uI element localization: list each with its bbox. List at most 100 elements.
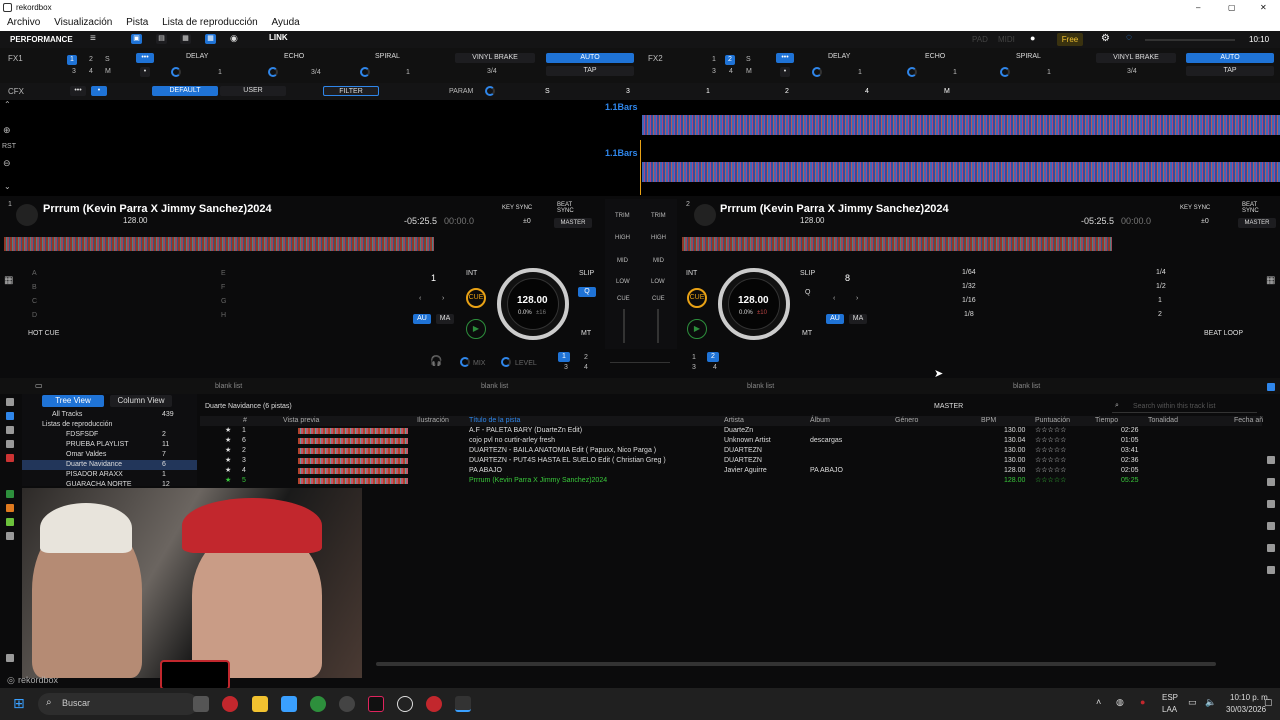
- deck1-jog-wheel[interactable]: 128.00 0.0% ±16: [497, 268, 569, 340]
- deck2-next-icon[interactable]: ›: [856, 295, 858, 302]
- waveform-area[interactable]: ⊕ RST ⊖ ⌃ ⌄ 1.1Bars 1.1Bars: [0, 100, 1280, 196]
- deck2-au-button[interactable]: AU: [826, 314, 844, 324]
- track-preview-waveform[interactable]: [298, 448, 408, 454]
- grid-icon[interactable]: ▦: [180, 34, 191, 44]
- channel-fader-2[interactable]: [657, 309, 659, 343]
- mixer-cue-2[interactable]: CUE: [652, 296, 665, 302]
- tab-1[interactable]: blank list: [215, 383, 242, 390]
- level-knob[interactable]: [501, 357, 511, 367]
- mixer-cue-1[interactable]: CUE: [617, 296, 630, 302]
- fx2-ch1[interactable]: 1: [712, 56, 716, 63]
- mix-ch4[interactable]: 4: [584, 364, 588, 371]
- track-row[interactable]: ★ 1 A.F - PALETA BARY (DuarteZn Edit) Duart…: [200, 426, 1262, 436]
- collapse-down-icon[interactable]: ⌄: [4, 182, 11, 191]
- deck2-loop-5[interactable]: 1/16: [962, 297, 976, 304]
- fx1-chm[interactable]: M: [105, 68, 111, 75]
- deck1-slip[interactable]: SLIP: [579, 270, 594, 277]
- soundcloud-icon[interactable]: [6, 504, 14, 512]
- crossfader[interactable]: [610, 362, 670, 363]
- fx1-dot-button[interactable]: •: [140, 67, 150, 77]
- beatport-icon[interactable]: [6, 518, 14, 526]
- column-header[interactable]: Tiempo: [1095, 417, 1118, 424]
- master-volume-slider[interactable]: [1145, 39, 1235, 41]
- fx1-knob3[interactable]: [360, 67, 370, 77]
- layout-toggle-icon[interactable]: [1267, 383, 1275, 391]
- fx1-effect1[interactable]: DELAY: [186, 53, 208, 60]
- deck1-pad-c[interactable]: C: [32, 298, 37, 305]
- record-icon[interactable]: ◉: [230, 33, 238, 44]
- deck1-play-button[interactable]: ▶: [466, 319, 486, 339]
- tree-item[interactable]: Listas de reproducción: [22, 420, 197, 430]
- windows-start-icon[interactable]: ⊞: [13, 695, 25, 712]
- file-explorer-icon[interactable]: [252, 696, 268, 712]
- related-icon[interactable]: [1267, 500, 1275, 508]
- info-icon[interactable]: ●: [1030, 33, 1035, 43]
- tray-network-icon[interactable]: ◍: [1116, 697, 1124, 708]
- rekordbox-task-icon[interactable]: [455, 696, 471, 712]
- deck1-pad-e[interactable]: E: [221, 270, 226, 277]
- hamburger-icon[interactable]: ≡: [90, 33, 96, 44]
- fx2-knob1[interactable]: [812, 67, 822, 77]
- store-icon[interactable]: [281, 696, 297, 712]
- track-row[interactable]: ★ 2 DUARTEZN - BAILA ANATOMIA Edit ( Papux…: [200, 446, 1262, 456]
- deck2-loop-2[interactable]: 1/4: [1156, 269, 1166, 276]
- lang-esp[interactable]: ESP: [1162, 693, 1178, 702]
- layout-1-icon[interactable]: ▣: [131, 34, 142, 44]
- deck1-au-button[interactable]: AU: [413, 314, 431, 324]
- track-preview-waveform[interactable]: [298, 478, 408, 484]
- mix-ch3[interactable]: 3: [564, 364, 568, 371]
- spotify-icon[interactable]: [6, 490, 14, 498]
- deck2-beat-sync[interactable]: BEAT SYNC: [1242, 202, 1260, 214]
- deck1-int[interactable]: INT: [466, 270, 477, 277]
- deck1-beat-sync[interactable]: BEAT SYNC: [557, 202, 575, 214]
- fx2-ch2[interactable]: 2: [725, 55, 735, 65]
- column-header[interactable]: Vista previa: [283, 417, 319, 424]
- media-player-icon[interactable]: [397, 696, 413, 712]
- fx1-ch4[interactable]: 4: [89, 68, 93, 75]
- fx1-tap-button[interactable]: TAP: [546, 66, 634, 76]
- tree-item[interactable]: Omar Valdes 7: [22, 450, 197, 460]
- cfx-user-button[interactable]: USER: [220, 86, 286, 96]
- deck1-pads-mode[interactable]: HOT CUE: [28, 330, 59, 337]
- column-header[interactable]: Fecha añ: [1234, 417, 1263, 424]
- tray-mic-icon[interactable]: ●: [1140, 697, 1145, 707]
- app-circle-icon[interactable]: [339, 696, 355, 712]
- deck2-prev-icon[interactable]: ‹: [833, 295, 835, 302]
- tree-item[interactable]: All Tracks 439: [22, 410, 197, 420]
- deck2-loop-7[interactable]: 1/8: [964, 311, 974, 318]
- menu-archivo[interactable]: Archivo: [7, 17, 40, 28]
- fx1-ch3[interactable]: 3: [72, 68, 76, 75]
- deck2-ma-button[interactable]: MA: [849, 314, 867, 324]
- track-row[interactable]: ★ 5 Prrrum (Kevin Parra X Jimmy Sanchez)20…: [200, 476, 1262, 486]
- fx2-effect2[interactable]: ECHO: [925, 53, 945, 60]
- fx2-dot-button[interactable]: •: [780, 67, 790, 77]
- playlist-icon[interactable]: [6, 412, 14, 420]
- fx1-chs[interactable]: S: [105, 56, 110, 63]
- column-header[interactable]: Género: [895, 417, 918, 424]
- fx2-knob2[interactable]: [907, 67, 917, 77]
- deck2-loop-6[interactable]: 1: [1158, 297, 1162, 304]
- track-preview-waveform[interactable]: [298, 438, 408, 444]
- fx2-menu-button[interactable]: •••: [776, 53, 794, 63]
- deck1-q-button[interactable]: Q: [578, 287, 596, 297]
- deck1-pad-b[interactable]: B: [32, 284, 37, 291]
- fx2-ch3[interactable]: 3: [712, 68, 716, 75]
- info-side-icon[interactable]: [1267, 522, 1275, 530]
- deck1-pad-f[interactable]: F: [221, 284, 225, 291]
- mix2-ch1[interactable]: 1: [692, 354, 696, 361]
- deck1-overview[interactable]: [4, 237, 434, 251]
- deck2-pads-mode[interactable]: BEAT LOOP: [1204, 330, 1243, 337]
- deck1-pad-a[interactable]: A: [32, 270, 37, 277]
- fx1-knob2[interactable]: [268, 67, 278, 77]
- fx1-ch1[interactable]: 1: [67, 55, 77, 65]
- column-header[interactable]: Puntuación: [1035, 417, 1070, 424]
- fx2-chm[interactable]: M: [746, 68, 752, 75]
- device-icon[interactable]: [6, 654, 14, 662]
- fx1-vinyl-brake[interactable]: VINYL BRAKE: [455, 53, 535, 63]
- tray-volume-icon[interactable]: 🔈: [1205, 697, 1216, 708]
- mode-selector[interactable]: PERFORMANCE: [10, 35, 73, 44]
- column-view-tab[interactable]: Column View: [110, 395, 172, 407]
- column-header[interactable]: #: [243, 417, 247, 424]
- fx2-effect1[interactable]: DELAY: [828, 53, 850, 60]
- browser-view-icon[interactable]: ▭: [35, 381, 43, 390]
